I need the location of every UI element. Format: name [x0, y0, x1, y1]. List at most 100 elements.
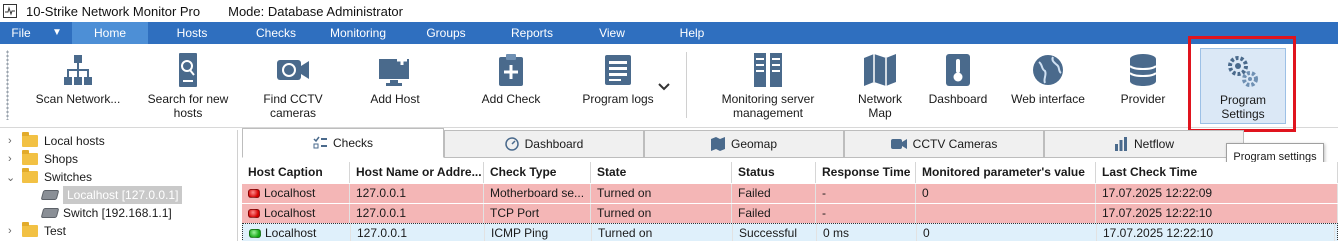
- host-address-cell: 127.0.0.1: [350, 184, 484, 203]
- bar-chart-icon: [1114, 137, 1128, 151]
- host-caption-cell: Localhost: [243, 224, 351, 241]
- add-check-label: Add Check: [481, 92, 541, 106]
- view-tabs: Checks Dashboard Geomap CCTV Cameras Net…: [242, 128, 1338, 158]
- add-check-button[interactable]: Add Check: [470, 48, 552, 124]
- menu-groups[interactable]: Groups: [400, 22, 492, 44]
- menu-hosts[interactable]: Hosts: [148, 22, 236, 44]
- host-caption-cell: Localhost: [242, 184, 350, 203]
- add-host-label: Add Host: [370, 92, 420, 106]
- tab-label: Checks: [332, 136, 373, 150]
- add-host-button[interactable]: Add Host: [352, 48, 438, 124]
- tree-node-localhost[interactable]: Localhost [127.0.0.1]: [40, 186, 183, 204]
- tree-node-label: Switches: [44, 170, 93, 184]
- cell-text: Localhost: [264, 186, 316, 200]
- check-type-cell: TCP Port: [484, 204, 591, 223]
- menu-reports[interactable]: Reports: [492, 22, 572, 44]
- tab-label: Geomap: [730, 137, 778, 151]
- last-check-time-cell: 17.07.2025 12:22:10: [1097, 224, 1335, 241]
- find-cctv-button[interactable]: Find CCTV cameras: [248, 48, 338, 124]
- last-check-time-cell: 17.07.2025 12:22:09: [1096, 184, 1338, 203]
- tree-node-shops[interactable]: › Shops: [8, 150, 78, 168]
- tree-node-switches[interactable]: ⌄ Switches: [6, 168, 92, 186]
- check-type-cell: ICMP Ping: [485, 224, 592, 241]
- app-icon: [3, 4, 17, 18]
- tree-node-local-hosts[interactable]: › Local hosts: [8, 132, 105, 150]
- tree-node-test[interactable]: › Test: [8, 222, 66, 240]
- cell-text: Localhost: [264, 206, 316, 220]
- monitoring-server-management-button[interactable]: Monitoring server management: [712, 48, 824, 124]
- state-cell: Turned on: [591, 204, 732, 223]
- menu-checks[interactable]: Checks: [236, 22, 316, 44]
- menu-home[interactable]: Home: [72, 22, 148, 44]
- web-interface-button[interactable]: Web interface: [1004, 48, 1092, 124]
- column-header-last-check-time[interactable]: Last Check Time: [1096, 162, 1338, 183]
- menu-monitoring[interactable]: Monitoring: [316, 22, 400, 44]
- state-cell: Turned on: [591, 184, 732, 203]
- tree-node-switch[interactable]: Switch [192.168.1.1]: [40, 204, 172, 222]
- chevron-right-icon[interactable]: ›: [8, 225, 18, 237]
- chevron-down-icon[interactable]: ⌄: [6, 171, 16, 184]
- column-header-check-type[interactable]: Check Type: [484, 162, 591, 183]
- table-row[interactable]: Localhost 127.0.0.1 Motherboard se... Tu…: [242, 184, 1338, 203]
- mode-label: Mode: Database Administrator: [228, 3, 403, 19]
- column-header-host-name[interactable]: Host Name or Addre...: [350, 162, 484, 183]
- network-tree-icon: [62, 48, 94, 92]
- status-led-icon: [248, 209, 260, 218]
- state-cell: Turned on: [592, 224, 733, 241]
- status-cell: Failed: [732, 184, 816, 203]
- clipboard-plus-icon: [497, 48, 525, 92]
- search-new-hosts-label: Search for new hosts: [147, 92, 229, 120]
- menu-file[interactable]: File: [0, 22, 42, 44]
- cell-text: Localhost: [265, 226, 317, 240]
- menu-help[interactable]: Help: [652, 22, 732, 44]
- tab-netflow[interactable]: Netflow: [1044, 130, 1244, 158]
- provider-label: Provider: [1120, 92, 1166, 106]
- search-server-icon: [176, 48, 200, 92]
- tab-geomap[interactable]: Geomap: [644, 130, 844, 158]
- dashboard-button[interactable]: Dashboard: [924, 48, 992, 124]
- table-header: Host Caption Host Name or Addre... Check…: [242, 162, 1338, 183]
- host-address-cell: 127.0.0.1: [351, 224, 485, 241]
- scan-network-button[interactable]: Scan Network...: [28, 48, 128, 124]
- tree-node-label: Test: [44, 224, 67, 238]
- host-tree: › Local hosts › Shops ⌄ Switches Localho…: [0, 130, 238, 241]
- network-map-button[interactable]: Network Map: [846, 48, 914, 124]
- column-header-state[interactable]: State: [591, 162, 732, 183]
- host-address-cell: 127.0.0.1: [350, 204, 484, 223]
- find-cctv-label: Find CCTV cameras: [263, 92, 323, 120]
- folder-icon: [22, 168, 38, 183]
- table-row[interactable]: Localhost 127.0.0.1 TCP Port Turned on F…: [242, 204, 1338, 223]
- last-check-time-cell: 17.07.2025 12:22:10: [1096, 204, 1338, 223]
- chevron-right-icon[interactable]: ›: [8, 135, 18, 147]
- gauge-icon: [504, 137, 519, 151]
- server-rack-icon: [752, 48, 784, 92]
- video-camera-icon: [890, 138, 907, 150]
- provider-button[interactable]: Provider: [1110, 48, 1176, 124]
- column-header-host-caption[interactable]: Host Caption: [242, 162, 350, 183]
- column-header-status[interactable]: Status: [732, 162, 816, 183]
- status-cell: Failed: [732, 204, 816, 223]
- network-device-icon: [40, 190, 60, 200]
- toolbar-grip[interactable]: [6, 50, 9, 120]
- quick-access-dropdown-icon[interactable]: ▼: [42, 22, 72, 44]
- response-time-cell: 0 ms: [817, 224, 917, 241]
- log-list-icon: [603, 48, 633, 92]
- monitored-value-cell: 0: [916, 184, 1096, 203]
- column-header-response-time[interactable]: Response Time: [816, 162, 916, 183]
- tab-checks[interactable]: Checks: [242, 128, 444, 158]
- status-cell: Successful: [733, 224, 817, 241]
- response-time-cell: -: [816, 204, 916, 223]
- column-header-monitored-value[interactable]: Monitored parameter's value: [916, 162, 1096, 183]
- dashboard-label: Dashboard: [928, 92, 988, 106]
- program-logs-button[interactable]: Program logs: [572, 48, 664, 124]
- chevron-right-icon[interactable]: ›: [8, 153, 18, 165]
- menu-bar: File ▼ Home Hosts Checks Monitoring Grou…: [0, 22, 1338, 44]
- tab-dashboard[interactable]: Dashboard: [444, 130, 644, 158]
- search-new-hosts-button[interactable]: Search for new hosts: [140, 48, 236, 124]
- tab-label: CCTV Cameras: [912, 137, 998, 151]
- menu-view[interactable]: View: [572, 22, 652, 44]
- table-row[interactable]: Localhost 127.0.0.1 ICMP Ping Turned on …: [242, 223, 1338, 241]
- tab-cctv-cameras[interactable]: CCTV Cameras: [844, 130, 1044, 158]
- ribbon-toolbar: Scan Network... Search for new hosts Fin…: [0, 44, 1338, 128]
- program-logs-dropdown-icon[interactable]: [658, 80, 670, 94]
